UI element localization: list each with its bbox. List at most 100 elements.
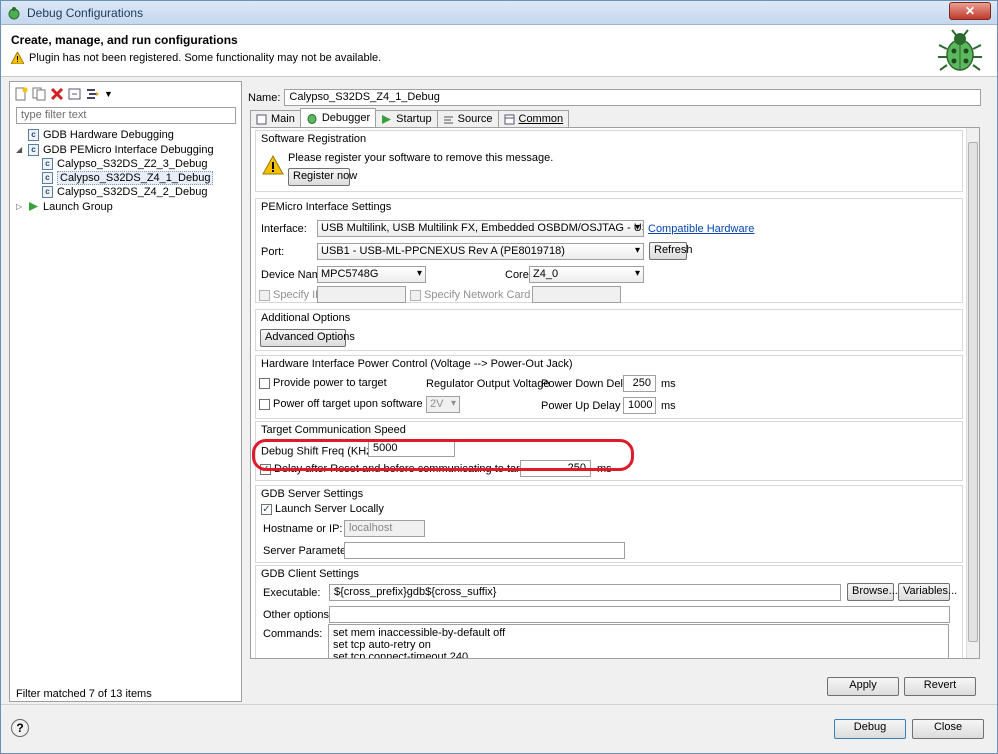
scrollbar-thumb[interactable] bbox=[968, 142, 978, 642]
checkbox-box bbox=[259, 398, 270, 410]
tab-startup[interactable]: Startup bbox=[375, 110, 438, 127]
power-up-delay-field[interactable]: 1000 bbox=[623, 397, 656, 414]
refresh-button[interactable]: Refresh bbox=[649, 242, 693, 260]
view-menu-chevron-down-icon[interactable]: ▼ bbox=[104, 89, 113, 99]
command-line: set mem inaccessible-by-default off bbox=[333, 627, 506, 639]
register-now-button[interactable]: Register now bbox=[288, 168, 357, 186]
voltage-select[interactable]: 2V bbox=[426, 396, 460, 413]
power-down-delay-label: Power Down Delay bbox=[541, 378, 635, 390]
filter-status-text: Filter matched 7 of 13 items bbox=[16, 688, 152, 700]
port-select[interactable]: USB1 - USB-ML-PPCNEXUS Rev A (PE8019718) bbox=[317, 243, 644, 260]
group-title: Target Communication Speed bbox=[261, 424, 406, 436]
c-config-icon: c bbox=[28, 128, 39, 141]
interface-select[interactable]: USB Multilink, USB Multilink FX, Embedde… bbox=[317, 220, 644, 237]
window-close-button[interactable]: ✕ bbox=[949, 2, 991, 20]
main-tab-icon bbox=[256, 114, 267, 124]
group-title: Additional Options bbox=[261, 312, 351, 324]
new-configuration-icon[interactable] bbox=[14, 87, 28, 101]
expanded-twisty-icon[interactable]: ◢ bbox=[16, 145, 24, 154]
hostname-field[interactable]: localhost bbox=[344, 520, 425, 537]
group-title: Software Registration bbox=[261, 133, 367, 145]
vertical-scrollbar[interactable] bbox=[966, 128, 979, 658]
regulator-voltage-label: Regulator Output Voltage bbox=[426, 378, 550, 390]
checkbox-label: Provide power to target bbox=[273, 377, 387, 389]
name-label: Name: bbox=[248, 91, 281, 104]
checkbox-box: ✓ bbox=[261, 503, 272, 515]
executable-field[interactable]: ${cross_prefix}gdb${cross_suffix} bbox=[329, 584, 841, 601]
tab-label: Debugger bbox=[321, 112, 371, 124]
tab-label: Main bbox=[271, 113, 295, 125]
name-field[interactable]: Calypso_S32DS_Z4_1_Debug bbox=[284, 89, 982, 106]
filter-icon[interactable] bbox=[86, 87, 100, 101]
tree-item-label: Launch Group bbox=[43, 200, 113, 213]
delete-icon[interactable] bbox=[50, 87, 64, 101]
commands-label: Commands: bbox=[263, 628, 323, 640]
group-title: Hardware Interface Power Control (Voltag… bbox=[261, 358, 573, 370]
revert-button[interactable]: Revert bbox=[904, 677, 976, 696]
help-icon[interactable]: ? bbox=[11, 719, 29, 737]
name-row: Name: Calypso_S32DS_Z4_1_Debug bbox=[248, 89, 982, 106]
apply-button[interactable]: Apply bbox=[827, 677, 899, 696]
other-options-label: Other options: bbox=[263, 609, 333, 621]
commands-textarea[interactable]: set mem inaccessible-by-default off set … bbox=[328, 624, 949, 658]
warning-text: Plugin has not been registered. Some fun… bbox=[29, 52, 382, 64]
configuration-editor: Name: Calypso_S32DS_Z4_1_Debug Main Debu… bbox=[245, 81, 991, 702]
checkbox-label: Launch Server Locally bbox=[275, 503, 384, 515]
configuration-tree-pane: ▼ type filter text c GDB Hardware Debugg… bbox=[9, 81, 242, 702]
dialog-header: Create, manage, and run configurations P… bbox=[1, 25, 997, 77]
tree-item-label: GDB Hardware Debugging bbox=[43, 128, 174, 141]
filter-input[interactable]: type filter text bbox=[16, 107, 236, 124]
power-control-group: Hardware Interface Power Control (Voltag… bbox=[255, 355, 963, 419]
tree-item-gdb-pemicro[interactable]: ◢ c GDB PEMicro Interface Debugging bbox=[16, 142, 214, 157]
tree-item-z2-3[interactable]: c Calypso_S32DS_Z2_3_Debug bbox=[42, 156, 207, 171]
variables-button[interactable]: Variables... bbox=[898, 583, 957, 601]
tree-item-gdb-hardware-debugging[interactable]: c GDB Hardware Debugging bbox=[28, 127, 174, 142]
close-button[interactable]: Close bbox=[912, 719, 984, 739]
power-down-delay-field[interactable]: 250 bbox=[623, 375, 656, 392]
device-name-select[interactable]: MPC5748G bbox=[317, 266, 426, 283]
provide-power-checkbox[interactable]: Provide power to target bbox=[259, 377, 387, 389]
tree-item-z4-1-selected[interactable]: c Calypso_S32DS_Z4_1_Debug bbox=[42, 170, 214, 185]
tab-common[interactable]: Common bbox=[497, 110, 570, 127]
specify-ip-field[interactable] bbox=[317, 286, 406, 303]
title-bar: Debug Configurations ✕ bbox=[1, 1, 997, 25]
checkbox-label: Specify Network Card IP bbox=[424, 289, 544, 301]
other-options-field[interactable] bbox=[329, 606, 950, 623]
specify-ip-checkbox[interactable]: Specify IP bbox=[259, 289, 323, 301]
network-card-ip-field[interactable] bbox=[532, 286, 621, 303]
tab-debugger[interactable]: Debugger bbox=[299, 108, 377, 127]
warning-icon bbox=[11, 52, 24, 64]
group-title: PEMicro Interface Settings bbox=[261, 201, 392, 213]
tab-source[interactable]: Source bbox=[436, 110, 499, 127]
source-icon bbox=[443, 116, 453, 123]
dialog-button-bar: ? Debug Close bbox=[1, 704, 997, 754]
bug-icon bbox=[307, 114, 317, 124]
core-label: Core: bbox=[505, 269, 532, 281]
debug-button[interactable]: Debug bbox=[834, 719, 906, 739]
tab-label: Startup bbox=[396, 113, 432, 125]
advanced-options-button[interactable]: Advanced Options bbox=[260, 329, 355, 347]
browse-button[interactable]: Browse... bbox=[847, 583, 898, 601]
collapse-all-icon[interactable] bbox=[68, 87, 82, 101]
tree-item-z4-2[interactable]: c Calypso_S32DS_Z4_2_Debug bbox=[42, 184, 207, 199]
checkbox-box bbox=[259, 289, 270, 301]
software-registration-group: Software Registration Please register yo… bbox=[255, 130, 963, 192]
compatible-hardware-link[interactable]: Compatible Hardware bbox=[648, 223, 754, 235]
launch-server-locally-checkbox[interactable]: ✓ Launch Server Locally bbox=[261, 503, 384, 515]
duplicate-icon[interactable] bbox=[32, 87, 46, 101]
collapsed-twisty-icon[interactable]: ▷ bbox=[16, 202, 24, 211]
tab-label: Source bbox=[457, 113, 493, 125]
checkbox-label: Power off target upon software exit bbox=[273, 398, 443, 410]
power-off-checkbox[interactable]: Power off target upon software exit bbox=[259, 398, 443, 410]
server-parameters-field[interactable] bbox=[344, 542, 625, 559]
tree-item-label: Calypso_S32DS_Z2_3_Debug bbox=[57, 157, 208, 170]
tree-item-launch-group[interactable]: ▷ Launch Group bbox=[16, 199, 113, 214]
power-down-unit: ms bbox=[661, 378, 676, 390]
power-up-unit: ms bbox=[661, 400, 676, 412]
core-select[interactable]: Z4_0 bbox=[529, 266, 644, 283]
tab-main[interactable]: Main bbox=[250, 110, 301, 127]
executable-label: Executable: bbox=[263, 587, 321, 599]
specify-network-card-ip-checkbox[interactable]: Specify Network Card IP bbox=[410, 289, 544, 301]
c-config-icon: c bbox=[42, 185, 53, 198]
run-icon bbox=[382, 114, 392, 124]
